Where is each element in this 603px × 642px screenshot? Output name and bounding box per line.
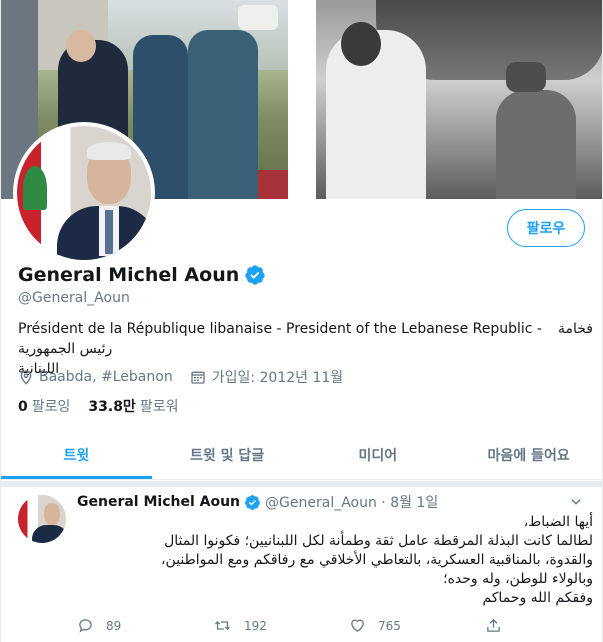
followers-label: 팔로워 xyxy=(139,399,179,415)
bio-text-arabic-1: فخامة xyxy=(558,321,593,337)
tweet-line: والقدوة، بالمناقبية العسكرية، بالتعاطي ا… xyxy=(161,552,593,568)
tweet-line: أيها الضباط، xyxy=(523,514,593,530)
like-button[interactable]: 765 xyxy=(349,617,485,634)
profile-handle: @General_Aoun xyxy=(18,290,130,306)
reply-count: 89 xyxy=(106,618,122,633)
verified-badge-icon xyxy=(245,494,260,510)
following-count: 0 xyxy=(18,399,28,415)
profile-page: 팔로우 General Michel Aoun @General_Aoun Pr… xyxy=(0,0,603,642)
share-icon xyxy=(487,618,500,632)
calendar-icon xyxy=(191,371,205,384)
tweet-author-name[interactable]: General Michel Aoun xyxy=(77,494,240,510)
profile-meta: Baabda, #Lebanon 가입일: 2012년 11월 xyxy=(18,367,359,387)
tab-likes[interactable]: 마음에 들어요 xyxy=(453,430,602,479)
tab-media[interactable]: 미디어 xyxy=(303,430,454,479)
verified-badge-icon xyxy=(245,265,265,285)
tweet-text: أيها الضباط، لطالما كانت البذلة المرقطة … xyxy=(77,513,593,608)
tab-tweets-and-replies[interactable]: 트윗 및 답글 xyxy=(152,430,303,479)
tweet-line: لطالما كانت البذلة المرقطة عامل ثقة وطمأ… xyxy=(164,533,593,549)
retweet-button[interactable]: 192 xyxy=(213,617,349,634)
tweet-avatar[interactable] xyxy=(18,495,66,543)
reply-icon xyxy=(79,619,92,633)
profile-avatar[interactable] xyxy=(13,122,155,264)
profile-location[interactable]: Baabda, #Lebanon xyxy=(39,369,173,385)
bio-text-french-english: Président de la République libanaise - P… xyxy=(18,321,542,337)
heart-icon xyxy=(351,619,364,632)
followers-stat[interactable]: 33.8만 팔로워 xyxy=(88,396,178,416)
location-pin-icon xyxy=(20,370,32,385)
reply-button[interactable]: 89 xyxy=(77,617,213,634)
tweet[interactable]: General Michel Aoun @General_Aoun · 8월 1… xyxy=(1,487,602,642)
profile-name-row: General Michel Aoun xyxy=(18,264,266,286)
chevron-down-icon[interactable] xyxy=(569,495,583,509)
tweet-line: وبالولاء للوطن، وله وحده؛ xyxy=(443,571,593,587)
following-stat[interactable]: 0 팔로잉 xyxy=(18,396,70,416)
tweet-line: وفقكم الله وحماكم xyxy=(482,590,593,606)
banner-photo-historic xyxy=(316,0,602,199)
retweet-icon xyxy=(214,621,231,630)
follow-button[interactable]: 팔로우 xyxy=(507,209,585,247)
profile-stats: 0 팔로잉 33.8만 팔로워 xyxy=(18,396,196,416)
profile-name: General Michel Aoun xyxy=(18,264,240,286)
tweet-header: General Michel Aoun @General_Aoun · 8월 1… xyxy=(77,492,438,512)
profile-tabs: 트윗 트윗 및 답글 미디어 마음에 들어요 xyxy=(1,430,602,480)
retweet-count: 192 xyxy=(244,618,267,633)
tweet-actions: 89 192 765 xyxy=(77,617,502,634)
like-count: 765 xyxy=(378,618,401,633)
following-label: 팔로잉 xyxy=(31,399,71,415)
followers-count: 33.8만 xyxy=(88,399,136,415)
profile-joined-date: 가입일: 2012년 11월 xyxy=(211,370,344,386)
tab-tweets[interactable]: 트윗 xyxy=(1,430,152,479)
share-button[interactable] xyxy=(485,617,502,634)
tweet-meta[interactable]: @General_Aoun · 8월 1일 xyxy=(265,492,438,512)
